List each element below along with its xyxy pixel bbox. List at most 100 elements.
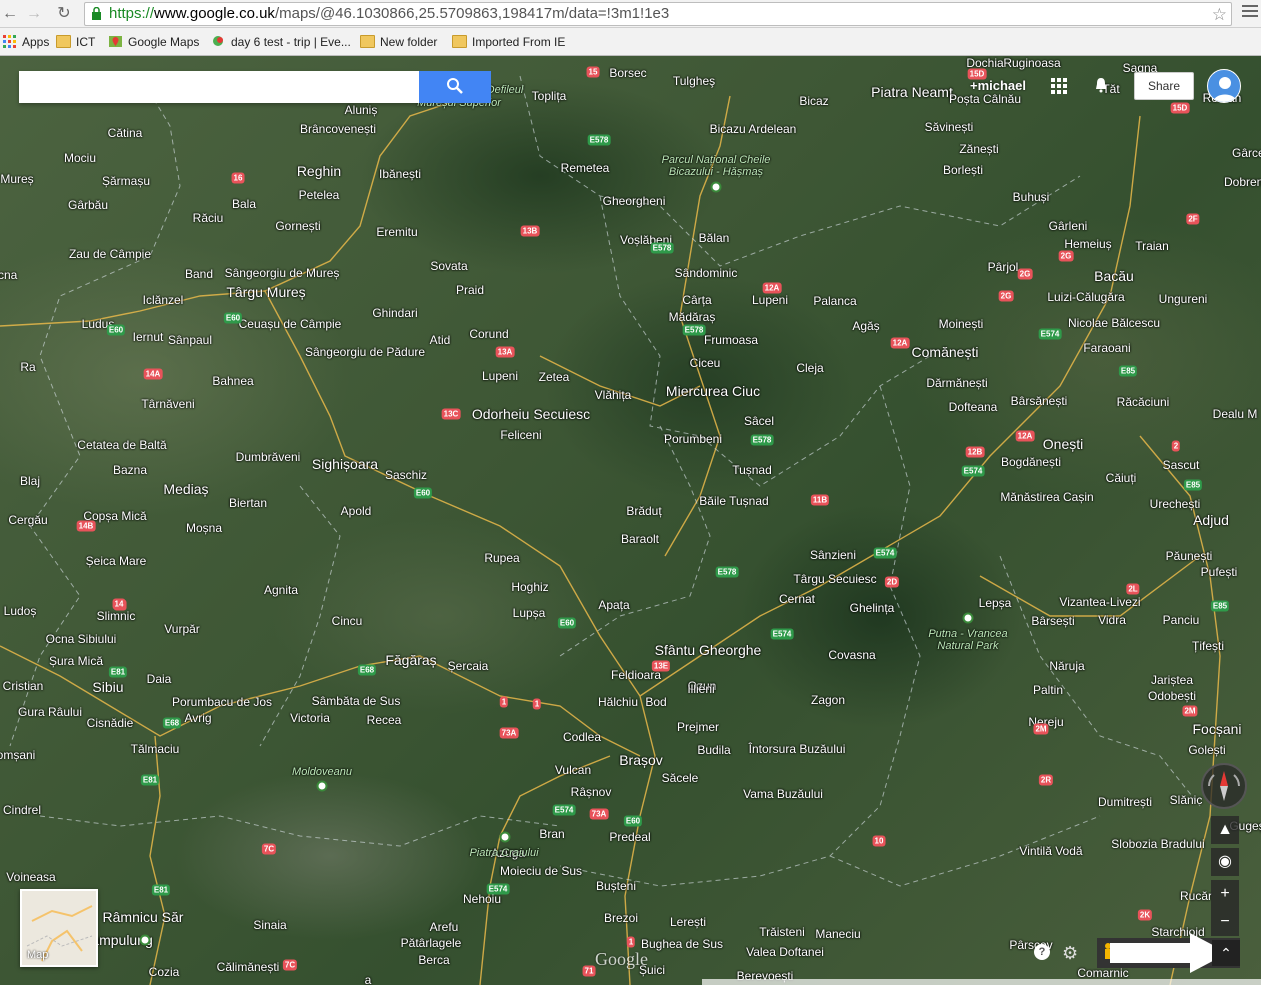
place-label[interactable]: Praid [456, 283, 484, 297]
place-label[interactable]: Bod [645, 695, 666, 709]
notifications-bell-icon[interactable] [1094, 77, 1108, 93]
place-label[interactable]: Dealu M [1213, 407, 1258, 421]
star-icon[interactable]: ☆ [1212, 4, 1227, 25]
place-label[interactable]: Poșta Câlnău [949, 92, 1021, 106]
place-label[interactable]: Odobești [1148, 689, 1196, 703]
place-label[interactable]: Lupeni [752, 293, 788, 307]
place-label[interactable]: Petelea [299, 188, 340, 202]
place-label[interactable]: Bârsești [1031, 614, 1074, 628]
search-input[interactable] [19, 71, 419, 103]
place-label[interactable]: Lepșa [979, 596, 1012, 610]
place-label[interactable]: Dumitrești [1098, 795, 1152, 809]
place-label[interactable]: Cătina [108, 126, 143, 140]
place-label[interactable]: Mociu [64, 151, 96, 165]
peak-marker[interactable] [316, 780, 328, 792]
place-label[interactable]: Ghelința [850, 601, 895, 615]
place-label[interactable]: Bușteni [596, 879, 636, 893]
place-label[interactable]: jocna [0, 268, 17, 282]
place-label[interactable]: Brașov [619, 752, 663, 768]
place-label[interactable]: Bahnea [212, 374, 253, 388]
place-label[interactable]: Bacău [1094, 268, 1134, 284]
place-label[interactable]: Lerești [670, 915, 706, 929]
place-label[interactable]: Biertan [229, 496, 267, 510]
place-label[interactable]: Sângeorgiu de Pădure [305, 345, 425, 359]
place-label[interactable]: Jariștea [1151, 673, 1193, 687]
place-label[interactable]: Slimnic [97, 609, 136, 623]
place-label[interactable]: Vlăhița [595, 388, 632, 402]
place-label[interactable]: Cetatea de Baltă [77, 438, 166, 452]
place-label[interactable]: Buhuși [1013, 190, 1050, 204]
place-label[interactable]: Hoghiz [511, 580, 548, 594]
place-label[interactable]: Zagon [811, 693, 845, 707]
park-label[interactable]: Piatra Craiului [469, 847, 538, 859]
bookmark-google-maps[interactable]: Google Maps [108, 34, 199, 50]
place-label[interactable]: Sibiu [92, 679, 123, 695]
place-label[interactable]: Covasna [828, 648, 875, 662]
place-label[interactable]: Brezoi [604, 911, 638, 925]
place-label[interactable]: Bârsănești [1011, 394, 1068, 408]
place-label[interactable]: Vizantea-Livezi [1059, 595, 1140, 609]
place-label[interactable]: Vidra [1098, 613, 1126, 627]
place-label[interactable]: Gheorgheni [603, 194, 666, 208]
place-label[interactable]: Moșna [186, 521, 222, 535]
place-label[interactable]: Recea [367, 713, 402, 727]
park-marker[interactable] [499, 831, 511, 843]
share-button[interactable]: Share [1134, 72, 1194, 100]
place-label[interactable]: Blaj [20, 474, 40, 488]
place-label[interactable]: Dumbrăveni [236, 450, 301, 464]
place-label[interactable]: Atid [430, 333, 451, 347]
place-label[interactable]: Palanca [813, 294, 856, 308]
place-label[interactable]: Reghin [297, 163, 341, 179]
place-label[interactable]: Berca [418, 953, 449, 967]
place-label[interactable]: Band [185, 267, 213, 281]
place-label[interactable]: Săvinești [925, 120, 974, 134]
place-label[interactable]: Ghindari [372, 306, 417, 320]
place-label[interactable]: Bazna [113, 463, 147, 477]
place-label[interactable]: Gârbău [68, 198, 108, 212]
hamburger-menu-icon[interactable] [1242, 5, 1258, 21]
place-label[interactable]: Tulgheş [673, 74, 715, 88]
place-label[interactable]: Călimănești [217, 960, 280, 974]
place-label[interactable]: Cisnădie [87, 716, 134, 730]
place-label[interactable]: Odorheiu Secuiesc [472, 406, 590, 422]
place-label[interactable]: Șărmașu [102, 174, 150, 188]
place-label[interactable]: Sânzieni [810, 548, 856, 562]
place-label[interactable]: Bogdănești [1001, 455, 1061, 469]
place-label[interactable]: Cincu [332, 614, 363, 628]
place-label[interactable]: Iclănzel [143, 293, 184, 307]
place-label[interactable]: Moinești [939, 317, 984, 331]
place-label[interactable]: Frumoasa [704, 333, 758, 347]
place-label[interactable]: Râmnicu Săr [103, 909, 184, 925]
place-label[interactable]: Victoria [290, 711, 330, 725]
place-label[interactable]: Codlea [563, 730, 601, 744]
bookmark-ict[interactable]: ICT [56, 34, 95, 50]
place-label[interactable]: Tălmaciu [131, 742, 180, 756]
place-label[interactable]: Cergău [8, 513, 47, 527]
place-label[interactable]: Nicolae Bălcescu [1068, 316, 1160, 330]
place-label[interactable]: Șura Mică [49, 654, 103, 668]
place-label[interactable]: Lupeni [482, 369, 518, 383]
place-label[interactable]: Porumbeni [664, 432, 722, 446]
place-label[interactable]: Pârjol [988, 260, 1019, 274]
place-label[interactable]: Cârța [682, 293, 711, 307]
place-label[interactable]: Pufești [1201, 565, 1238, 579]
my-location-button[interactable]: ◉ [1211, 848, 1239, 876]
place-label[interactable]: Apața [598, 598, 629, 612]
place-label[interactable]: Prejmer [677, 720, 719, 734]
place-label[interactable]: Focșani [1192, 721, 1241, 737]
park-marker[interactable] [139, 934, 151, 946]
place-label[interactable]: Târgu Mureș [226, 284, 305, 300]
place-label[interactable]: Ciceu [690, 356, 721, 370]
place-label[interactable]: Târnăveni [141, 397, 194, 411]
place-label[interactable]: Piatra Neamț [871, 84, 953, 100]
place-label[interactable]: Borlești [943, 163, 983, 177]
place-label[interactable]: Ungureni [1159, 292, 1208, 306]
place-label[interactable]: Râșnov [571, 785, 612, 799]
place-label[interactable]: Voineasa [6, 870, 55, 884]
place-label[interactable]: Mădăraș [669, 310, 716, 324]
place-label[interactable]: Răciu [193, 211, 224, 225]
search-button[interactable] [419, 71, 491, 103]
park-marker[interactable] [710, 181, 722, 193]
user-name-link[interactable]: +michael [970, 78, 1026, 93]
place-label[interactable]: Cernat [779, 592, 815, 606]
